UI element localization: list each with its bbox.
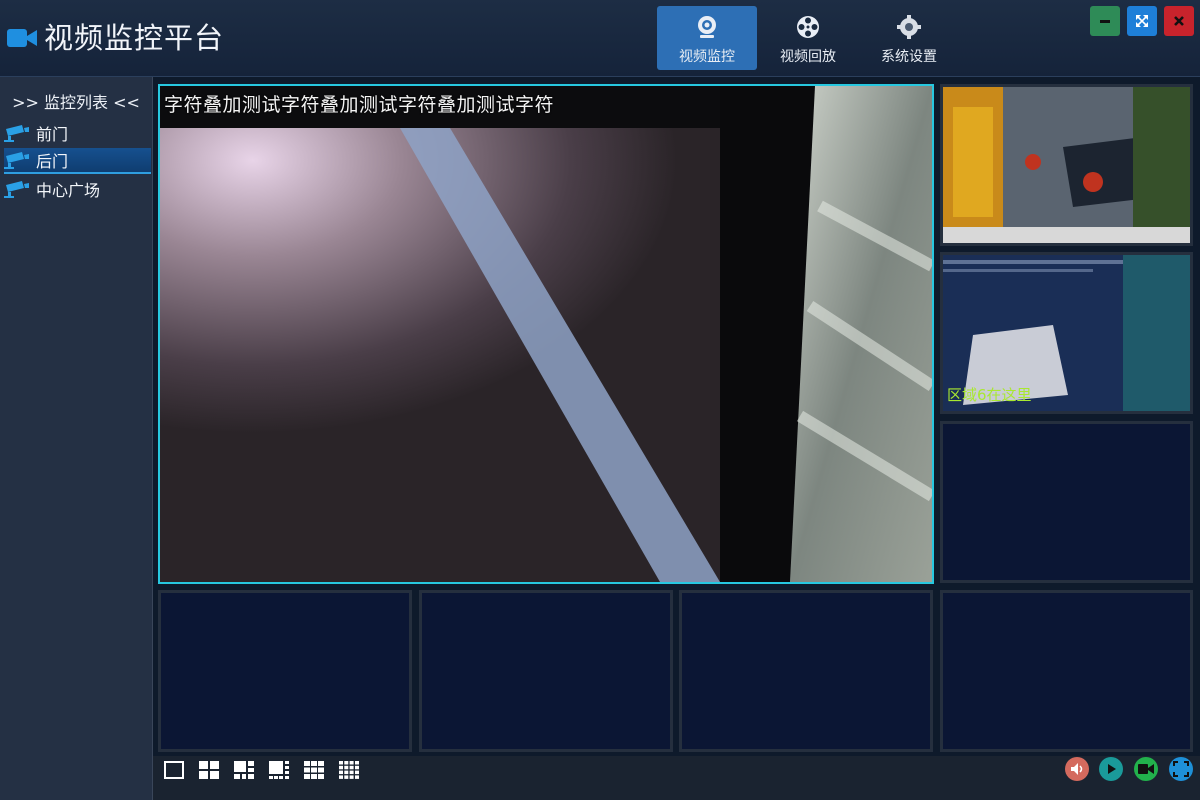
minimize-button[interactable] (1090, 6, 1120, 36)
layout-4-icon[interactable] (199, 761, 219, 779)
close-button[interactable] (1164, 6, 1194, 36)
title-bar: 视频监控平台 视频监控 视频回放 系统设置 (0, 0, 1200, 77)
layout-9-icon[interactable] (304, 761, 324, 779)
video-cell-7[interactable] (679, 590, 933, 752)
nav-system-settings[interactable]: 系统设置 (859, 6, 959, 70)
cctv-camera-icon (4, 181, 29, 198)
camera-item-center-plaza[interactable]: 中心广场 (4, 177, 151, 201)
play-button[interactable] (1099, 757, 1123, 781)
play-icon (1108, 764, 1116, 774)
camera-list-sidebar: >> 监控列表 << 前门 后门 中心广场 (0, 77, 153, 800)
record-button[interactable] (1134, 757, 1158, 781)
layout-1-icon[interactable] (164, 761, 184, 779)
maximize-button[interactable] (1127, 6, 1157, 36)
camera-item-label: 前门 (36, 125, 69, 144)
layout-6-icon[interactable] (234, 761, 254, 779)
nav-video-monitor-label: 视频监控 (679, 49, 735, 65)
cctv-camera-icon (4, 125, 29, 142)
video-cell-3[interactable]: 区域6在这里 (940, 252, 1193, 414)
volume-button[interactable] (1065, 757, 1089, 781)
expand-icon (1136, 15, 1148, 27)
video-cell-5[interactable] (158, 590, 412, 752)
nav-video-playback-label: 视频回放 (780, 49, 836, 65)
film-reel-icon (797, 16, 819, 38)
record-icon (1138, 764, 1154, 774)
fullscreen-icon (1173, 761, 1189, 777)
nav-video-playback[interactable]: 视频回放 (758, 6, 858, 70)
camera-item-back-door[interactable]: 后门 (4, 148, 151, 174)
osd-overlay-text: 字符叠加测试字符叠加测试字符叠加测试字符 (164, 94, 555, 116)
video-cell-2[interactable] (940, 84, 1193, 246)
layout-16-icon[interactable] (339, 761, 359, 779)
layout-8-icon[interactable] (269, 761, 289, 779)
video-cell-4[interactable] (940, 421, 1193, 583)
region-overlay-text: 区域6在这里 (947, 386, 1032, 404)
camera-list-header: >> 监控列表 << (12, 93, 140, 112)
webcam-icon (698, 16, 716, 38)
video-feed-street (943, 87, 1190, 243)
camera-item-label: 后门 (36, 152, 69, 171)
nav-system-settings-label: 系统设置 (881, 49, 937, 65)
video-feed-main (160, 86, 932, 582)
fullscreen-button[interactable] (1169, 757, 1193, 781)
video-camera-icon (7, 29, 37, 47)
cctv-camera-icon (4, 152, 29, 169)
nav-video-monitor[interactable]: 视频监控 (657, 6, 757, 70)
volume-icon (1071, 763, 1083, 775)
camera-item-front-door[interactable]: 前门 (4, 121, 151, 145)
video-cell-8[interactable] (940, 590, 1193, 752)
camera-item-label: 中心广场 (36, 181, 101, 200)
video-cell-main[interactable]: 字符叠加测试字符叠加测试字符叠加测试字符 (158, 84, 934, 584)
app-title: 视频监控平台 (44, 21, 225, 55)
video-cell-6[interactable] (419, 590, 673, 752)
gear-icon (897, 15, 921, 39)
minimize-icon (1100, 20, 1110, 23)
close-icon (1174, 16, 1184, 26)
